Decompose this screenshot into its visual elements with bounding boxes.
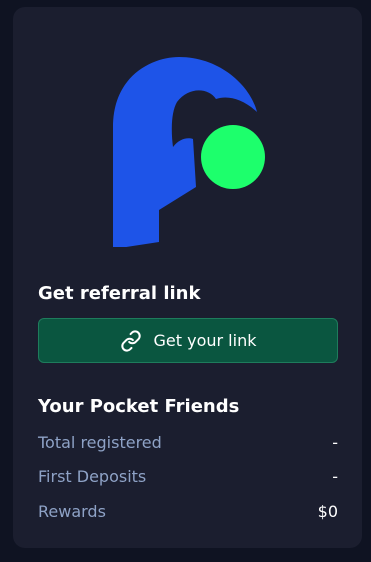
referral-title: Get referral link (38, 283, 201, 304)
stat-row-first-deposits: First Deposits - (38, 467, 338, 486)
link-icon (120, 329, 142, 352)
get-link-label: Get your link (153, 331, 257, 350)
stat-value: - (332, 467, 338, 486)
get-link-button[interactable]: Get your link (38, 318, 338, 363)
stat-value: - (332, 433, 338, 452)
pocket-logo-icon (113, 57, 265, 247)
stat-value: $0 (317, 502, 338, 521)
stat-label: Total registered (38, 433, 162, 452)
stat-row-total-registered: Total registered - (38, 433, 338, 452)
stat-row-rewards: Rewards $0 (38, 502, 338, 521)
stat-label: First Deposits (38, 467, 147, 486)
stat-label: Rewards (38, 502, 106, 521)
logo-dot (201, 125, 265, 189)
referral-card: Get referral link Get your link Your Poc… (13, 7, 362, 548)
friends-title: Your Pocket Friends (38, 396, 240, 417)
